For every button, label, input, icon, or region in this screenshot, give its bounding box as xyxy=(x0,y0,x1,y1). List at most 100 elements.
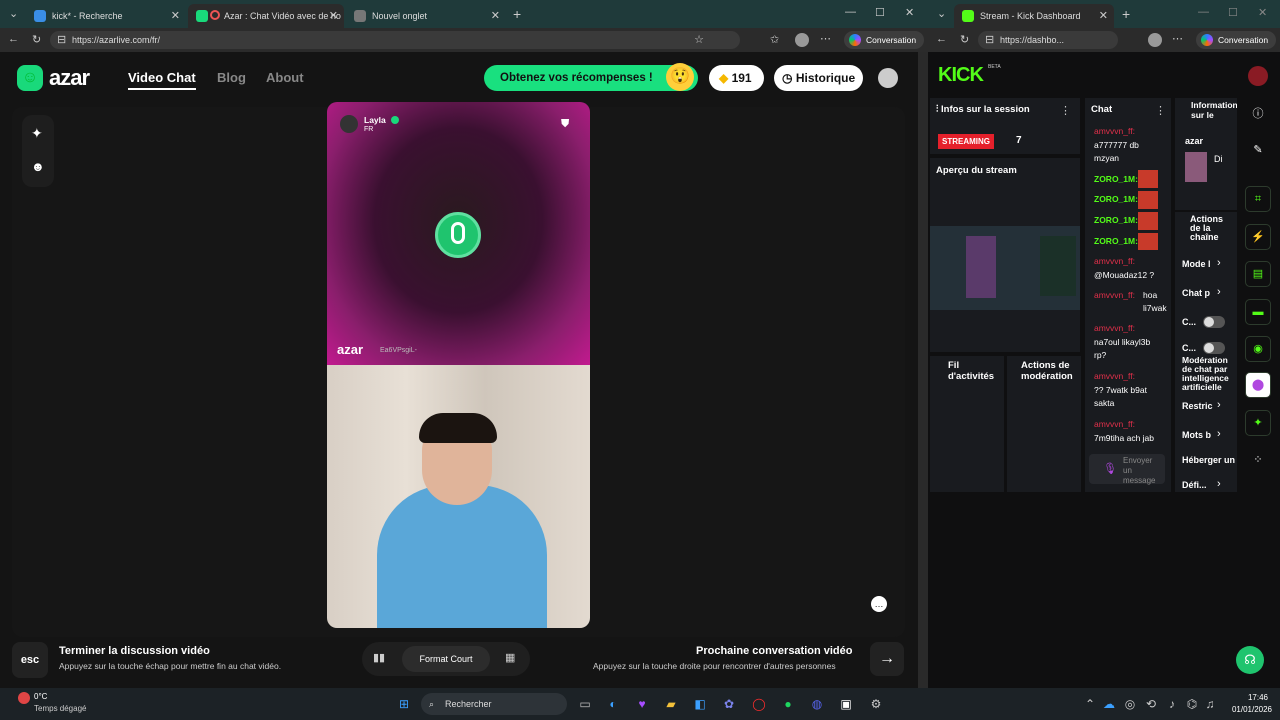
rewards-button[interactable]: Obtenez vos récompenses ! 😲 xyxy=(484,63,698,91)
support-headset-icon[interactable]: ☊ xyxy=(1236,646,1264,674)
edge-icon[interactable]: ◐ xyxy=(603,694,623,714)
settings-icon[interactable]: ⚙ xyxy=(866,694,886,714)
close-tab-icon[interactable]: ✕ xyxy=(491,9,500,22)
refresh-icon[interactable]: ↻ xyxy=(32,33,41,46)
file-explorer-icon[interactable]: ▰ xyxy=(661,694,681,714)
app-icon[interactable]: ▣ xyxy=(836,694,856,714)
favorite-icon[interactable]: ☆ xyxy=(694,31,704,49)
favorites-icon[interactable]: ✩ xyxy=(770,33,779,46)
heart-app-icon[interactable]: ♥ xyxy=(632,694,652,714)
tab-list-icon[interactable]: ⌄ xyxy=(937,7,946,20)
action-item[interactable]: Mode l xyxy=(1182,259,1211,269)
tab-kick-dashboard[interactable]: Stream - Kick Dashboard ✕ xyxy=(954,4,1114,28)
nav-blog[interactable]: Blog xyxy=(217,70,246,85)
onedrive-icon[interactable]: ☁ xyxy=(1099,694,1119,714)
store-icon[interactable]: ◧ xyxy=(690,694,710,714)
site-info-icon[interactable]: ⊟ xyxy=(57,31,66,49)
copilot-conversation-button[interactable]: Conversation xyxy=(844,31,925,49)
spotify-icon[interactable]: ● xyxy=(778,694,798,714)
toggle-switch[interactable] xyxy=(1203,316,1225,328)
close-tab-icon[interactable]: ✕ xyxy=(329,9,338,22)
user-profile-icon[interactable] xyxy=(878,68,898,88)
sync-icon[interactable]: ⟲ xyxy=(1141,694,1161,714)
weather-icon[interactable] xyxy=(18,692,30,704)
task-view-icon[interactable]: ▭ xyxy=(575,694,595,714)
page-scrollbar[interactable] xyxy=(918,52,928,688)
back-icon[interactable]: ← xyxy=(8,33,19,45)
more-icon[interactable]: ⋯ xyxy=(820,32,831,45)
chevron-right-icon[interactable]: › xyxy=(1217,478,1221,490)
clip-icon[interactable]: ⌗ xyxy=(1245,186,1271,212)
user-avatar[interactable] xyxy=(1248,66,1268,86)
info-icon[interactable]: ⓘ xyxy=(1245,102,1271,128)
panel-menu-icon[interactable]: ⋮ xyxy=(1155,104,1166,117)
nav-about[interactable]: About xyxy=(266,70,304,85)
broadcast-icon[interactable]: ◉ xyxy=(1245,336,1271,362)
chat-user[interactable]: amvvvn_ff: xyxy=(1094,418,1164,431)
mic-icon[interactable]: 🎙 xyxy=(1103,462,1117,475)
profile-avatar[interactable] xyxy=(795,33,809,47)
copilot-conversation-button[interactable]: Conversation xyxy=(1196,31,1277,49)
format-short-button[interactable]: Format Court xyxy=(402,646,490,672)
temperature[interactable]: 0°C xyxy=(34,692,47,701)
edit-icon[interactable]: ✎ xyxy=(1245,138,1271,164)
maximize-icon[interactable]: ☐ xyxy=(875,6,885,19)
chat-user[interactable]: amvvvn_ff: xyxy=(1094,322,1164,335)
action-item[interactable]: Chat p xyxy=(1182,288,1210,298)
esc-key-button[interactable]: esc xyxy=(12,642,48,678)
weather-text[interactable]: Temps dégagé xyxy=(34,704,86,713)
close-window-icon[interactable]: ✕ xyxy=(905,6,914,19)
tab-list-icon[interactable]: ⌄ xyxy=(9,7,18,20)
chat-icon[interactable]: ▬ xyxy=(1245,299,1271,325)
maximize-icon[interactable]: ☐ xyxy=(1228,6,1238,19)
azar-logo[interactable]: ☺ azar xyxy=(17,65,90,91)
nav-video-chat[interactable]: Video Chat xyxy=(128,70,196,90)
tray-icon[interactable]: ◎ xyxy=(1120,694,1140,714)
windows-start-icon[interactable]: ⊞ xyxy=(394,694,414,714)
minimize-icon[interactable]: — xyxy=(845,6,856,18)
wrench-icon[interactable]: ✦ xyxy=(1245,410,1271,436)
new-tab-icon[interactable]: + xyxy=(513,6,521,22)
profile-avatar[interactable] xyxy=(1148,33,1162,47)
sparkle-icon[interactable]: ✦ xyxy=(31,125,43,142)
chat-user[interactable]: amvvvn_ff: xyxy=(1094,125,1164,138)
action-item[interactable]: Héberger un xyxy=(1182,455,1235,465)
panel-menu-icon[interactable]: ⋮ xyxy=(1060,104,1071,117)
next-arrow-button[interactable]: → xyxy=(870,642,904,676)
clock-time[interactable]: 17:46 xyxy=(1224,693,1268,702)
location-pin-icon[interactable]: ⬤ xyxy=(1245,372,1271,398)
layout-grid-icon[interactable]: ▦ xyxy=(505,651,515,664)
microphone-icon[interactable]: ♪ xyxy=(1162,694,1182,714)
clock-date[interactable]: 01/01/2026 xyxy=(1224,705,1272,714)
chevron-right-icon[interactable]: › xyxy=(1217,257,1221,269)
taskbar-search[interactable]: ⌕ Rechercher xyxy=(421,693,567,715)
more-dots-icon[interactable]: ⁘ xyxy=(1245,448,1271,474)
site-info-icon[interactable]: ⊟ xyxy=(985,31,994,49)
tray-chevron-icon[interactable]: ⌃ xyxy=(1080,694,1100,714)
kick-logo[interactable]: KICK xyxy=(938,64,984,87)
action-item[interactable]: Défi... xyxy=(1182,480,1207,490)
tab-azar[interactable]: Azar : Chat Vidéo avec de no ✕ xyxy=(188,4,344,28)
note-icon[interactable]: ▤ xyxy=(1245,261,1271,287)
close-tab-icon[interactable]: ✕ xyxy=(1099,9,1108,22)
action-item[interactable]: Mots b xyxy=(1182,430,1211,440)
minimize-icon[interactable]: — xyxy=(1198,6,1209,18)
volume-icon[interactable]: ♫ xyxy=(1200,694,1220,714)
action-item[interactable]: Restric xyxy=(1182,401,1213,411)
opera-icon[interactable]: ◯ xyxy=(749,694,769,714)
history-button[interactable]: ◷ Historique xyxy=(774,65,863,91)
chat-bubble-icon[interactable]: … xyxy=(871,596,887,612)
discord-icon[interactable]: ◍ xyxy=(807,694,827,714)
more-icon[interactable]: ⋯ xyxy=(1172,32,1183,45)
toggle-switch[interactable] xyxy=(1203,342,1225,354)
refresh-icon[interactable]: ↻ xyxy=(960,33,969,46)
lightning-icon[interactable]: ⚡ xyxy=(1245,224,1271,250)
close-tab-icon[interactable]: ✕ xyxy=(171,9,180,22)
chat-user[interactable]: amvvvn_ff: xyxy=(1094,370,1164,383)
chat-user[interactable]: amvvvn_ff: xyxy=(1094,255,1164,268)
chat-input[interactable]: 🎙 Envoyer un message xyxy=(1089,454,1165,485)
url-input[interactable]: ⊟ https://azarlive.com/fr/ ☆ xyxy=(50,31,740,49)
tab-new[interactable]: Nouvel onglet ✕ xyxy=(346,4,506,28)
url-input[interactable]: ⊟ https://dashbo... xyxy=(978,31,1118,49)
layout-split-icon[interactable]: ▮▮ xyxy=(373,651,385,664)
